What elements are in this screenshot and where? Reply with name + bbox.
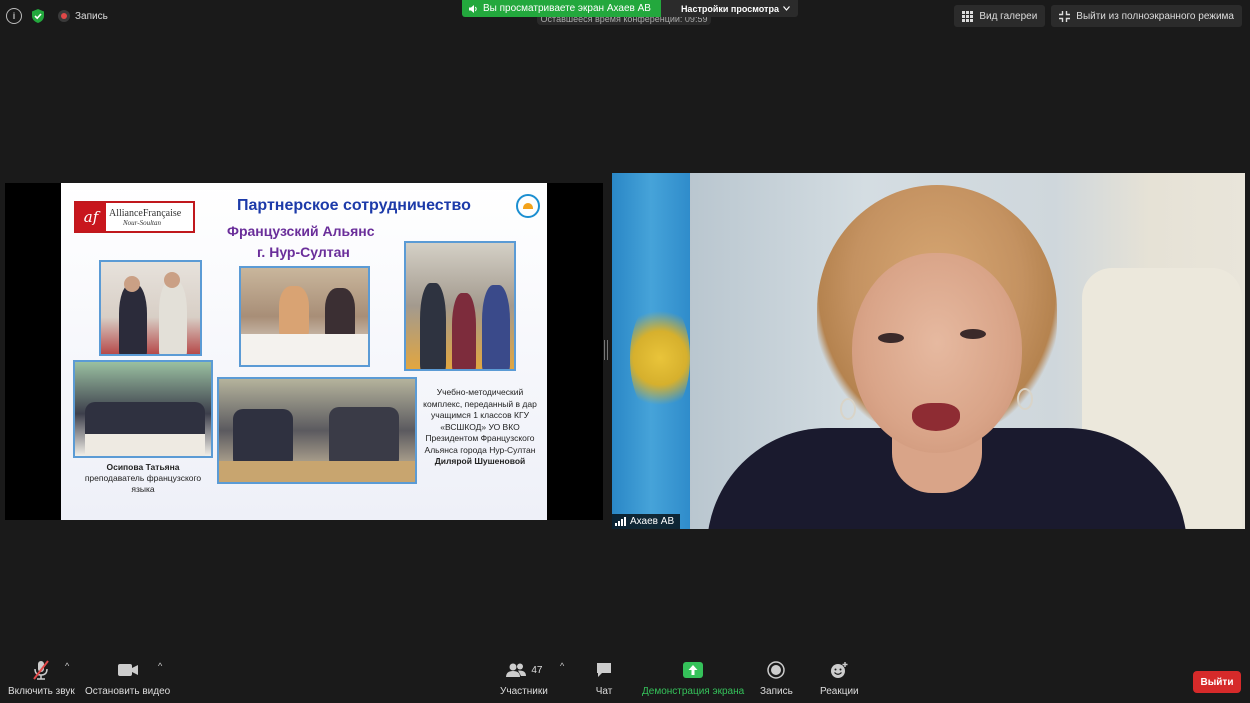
share-banner-label: Вы просматриваете экран Ахаев АВ — [462, 0, 661, 17]
chat-label: Чат — [595, 686, 613, 697]
meeting-toolbar: Включить звук ^ Остановить видео ^ 47 Уч… — [0, 651, 1250, 703]
top-left-status: i Запись — [6, 6, 108, 26]
participant-video[interactable] — [612, 173, 1245, 529]
reactions-button[interactable]: Реакции — [820, 659, 859, 697]
caption-donation-text: Учебно-методический комплекс, переданный… — [423, 387, 537, 455]
share-screen-icon — [683, 662, 704, 678]
af-logo-mark: af — [76, 203, 106, 231]
photo-teachers-with-books — [99, 260, 202, 356]
chat-button[interactable]: Чат — [595, 659, 613, 697]
caption-donation: Учебно-методический комплекс, переданный… — [423, 387, 537, 468]
flag-sun — [630, 298, 690, 418]
screen-share-banner: Вы просматриваете экран Ахаев АВ Настрой… — [462, 0, 798, 17]
unmute-label: Включить звук — [8, 686, 75, 697]
exit-fullscreen-label: Выйти из полноэкранного режима — [1076, 10, 1234, 22]
record-button[interactable]: Запись — [760, 659, 793, 697]
exit-fullscreen-icon — [1059, 10, 1071, 22]
gallery-view-label: Вид галереи — [979, 10, 1038, 22]
participants-button[interactable]: 47 Участники — [500, 659, 548, 697]
caption-teacher-name: Осипова Татьяна — [106, 462, 180, 472]
audio-options-caret-icon[interactable]: ^ — [65, 661, 69, 671]
top-right-controls: Вид галереи Выйти из полноэкранного режи… — [954, 5, 1242, 27]
af-logo-name: AllianceFrançaise — [109, 207, 182, 219]
school-logo-icon — [516, 194, 540, 218]
leave-meeting-button[interactable]: Выйти — [1193, 671, 1241, 693]
speaker-eye-left — [878, 333, 904, 343]
gallery-view-button[interactable]: Вид галереи — [954, 5, 1046, 27]
view-options-button[interactable]: Настройки просмотра — [660, 0, 798, 17]
participants-label: Участники — [500, 686, 548, 697]
photo-classroom — [217, 377, 417, 484]
slide-title: Партнерское сотрудничество — [237, 197, 471, 214]
meeting-window: i Запись Оставшееся время конференции: 0… — [0, 0, 1250, 703]
record-icon — [767, 661, 786, 679]
info-icon[interactable]: i — [6, 8, 22, 24]
signal-strength-icon — [615, 517, 626, 526]
share-screen-label: Демонстрация экрана — [642, 686, 745, 697]
participant-name-tag: Ахаев АВ — [612, 514, 681, 529]
slide-subtitle-1: Французский Альянс — [227, 223, 375, 239]
photo-signing-meeting — [239, 266, 370, 367]
speaker-earring-right — [1017, 388, 1033, 410]
muted-microphone-icon — [33, 660, 50, 680]
record-label: Запись — [760, 686, 793, 697]
share-screen-button[interactable]: Демонстрация экрана — [642, 659, 744, 697]
recording-label: Запись — [75, 10, 108, 22]
speaker-icon — [469, 4, 477, 13]
caption-teacher-role: преподаватель французского языка — [84, 473, 202, 494]
shared-screen: af AllianceFrançaise Nour-Soultan Партне… — [5, 183, 603, 520]
participants-count: 47 — [531, 664, 543, 676]
chat-bubble-icon — [597, 663, 611, 677]
photo-students-group — [73, 360, 213, 458]
reactions-label: Реакции — [820, 686, 859, 697]
caption-donation-name: Дилярой Шушеновой — [434, 456, 526, 466]
caption-teacher: Осипова Татьяна преподаватель французско… — [73, 462, 213, 495]
chevron-down-icon — [783, 6, 790, 11]
af-logo-city: Nour-Soultan — [123, 218, 161, 227]
stop-video-label: Остановить видео — [85, 686, 171, 697]
exit-fullscreen-button[interactable]: Выйти из полноэкранного режима — [1051, 5, 1242, 27]
video-options-caret-icon[interactable]: ^ — [158, 661, 162, 671]
participants-options-caret-icon[interactable]: ^ — [560, 661, 564, 671]
recording-dot-icon — [58, 10, 70, 22]
view-options-label: Настройки просмотра — [680, 3, 779, 14]
participant-name: Ахаев АВ — [630, 516, 675, 527]
presentation-slide: af AllianceFrançaise Nour-Soultan Партне… — [61, 183, 547, 520]
alliance-francaise-logo: af AllianceFrançaise Nour-Soultan — [74, 201, 195, 233]
speaker-earring-left — [840, 398, 856, 420]
panel-splitter-handle[interactable] — [604, 340, 608, 360]
participants-icon — [506, 663, 527, 677]
share-banner-text: Вы просматриваете экран Ахаев АВ — [483, 3, 651, 14]
speaker-eye-right — [960, 329, 986, 339]
grid-icon — [962, 10, 974, 22]
photo-officials-with-books — [404, 241, 516, 371]
video-camera-icon — [117, 664, 138, 676]
speaker-mouth — [912, 403, 960, 431]
security-shield-icon[interactable] — [30, 8, 46, 24]
recording-indicator[interactable]: Запись — [58, 10, 108, 22]
reactions-smiley-icon — [831, 662, 848, 678]
slide-subtitle-2: г. Нур-Султан — [257, 244, 350, 260]
